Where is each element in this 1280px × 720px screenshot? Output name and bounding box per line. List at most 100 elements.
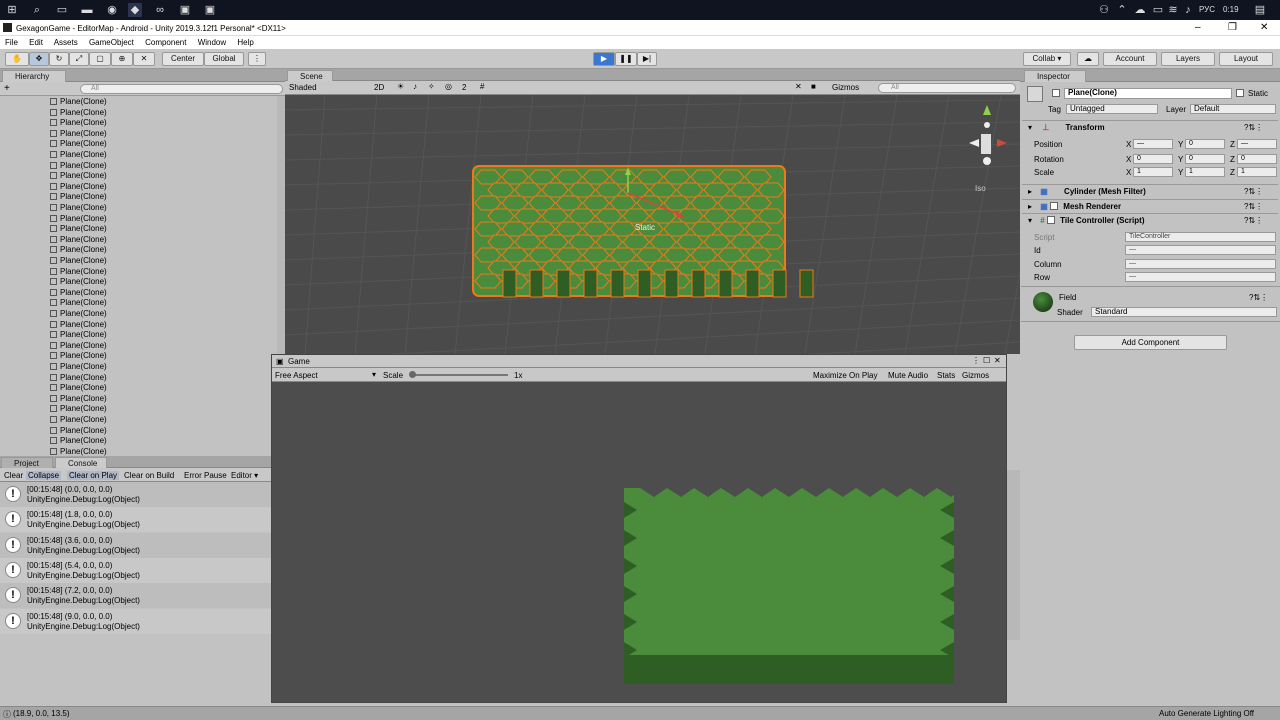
game-view[interactable]: ▣ Game ⋮ ☐ ✕ Free Aspect ▾ Scale 1x Maxi…	[271, 354, 1007, 703]
game-canvas[interactable]	[272, 382, 1006, 702]
hierarchy-item[interactable]: Plane(Clone)	[50, 297, 107, 308]
material-menu-icon[interactable]: ?⇅⋮	[1249, 293, 1268, 302]
rot-z-input[interactable]: 0	[1237, 154, 1277, 164]
mesh-renderer-header[interactable]: ▸ ▦ Mesh Renderer ?⇅⋮	[1022, 199, 1278, 213]
hierarchy-item[interactable]: Plane(Clone)	[50, 446, 107, 456]
hierarchy-item[interactable]: Plane(Clone)	[50, 414, 107, 425]
close-button[interactable]: ✕	[1260, 22, 1268, 33]
collab-button[interactable]: Collab ▾	[1023, 52, 1071, 66]
camera-icon[interactable]: ■	[811, 82, 816, 91]
maximize-button[interactable]: ❐	[1228, 22, 1237, 33]
game-close-icon[interactable]: ✕	[994, 356, 1001, 365]
hierarchy-item[interactable]: Plane(Clone)	[50, 191, 107, 202]
editor-dropdown[interactable]: Editor ▾	[231, 471, 258, 480]
hierarchy-item[interactable]: Plane(Clone)	[50, 276, 107, 287]
hierarchy-search-input[interactable]: All	[80, 84, 283, 94]
menu-file[interactable]: File	[5, 38, 18, 47]
hierarchy-item[interactable]: Plane(Clone)	[50, 255, 107, 266]
hidden-objects-icon[interactable]: ◎	[445, 82, 452, 91]
side-scrollbar[interactable]	[1007, 470, 1020, 640]
visual-studio-icon[interactable]: ∞	[153, 3, 167, 17]
pivot-center-button[interactable]: Center	[162, 52, 204, 66]
game-window-menu-icon[interactable]: ⋮	[972, 356, 980, 365]
mesh-renderer-menu-icon[interactable]: ?⇅⋮	[1244, 200, 1263, 214]
hierarchy-item[interactable]: Plane(Clone)	[50, 308, 107, 319]
task-view-icon[interactable]: ▭	[55, 3, 69, 17]
scene-search-input[interactable]: All	[878, 83, 1016, 93]
minimize-button[interactable]: –	[1195, 22, 1201, 33]
rot-y-input[interactable]: 0	[1185, 154, 1225, 164]
chrome-icon[interactable]: ◉	[105, 3, 119, 17]
orientation-gizmo[interactable]	[969, 105, 1007, 165]
menu-component[interactable]: Component	[145, 38, 186, 47]
search-icon[interactable]: ⌕	[30, 3, 44, 17]
menu-gameobject[interactable]: GameObject	[89, 38, 134, 47]
console-entry[interactable]: ! [00:15:48] (1.8, 0.0, 0.0) UnityEngine.D…	[0, 507, 271, 533]
game-gizmos-dropdown[interactable]: Gizmos	[962, 371, 989, 380]
tag-dropdown[interactable]: Untagged	[1066, 104, 1158, 114]
pos-y-input[interactable]: 0	[1185, 139, 1225, 149]
scale-slider-track[interactable]	[410, 374, 508, 376]
pivot-global-button[interactable]: Global	[204, 52, 244, 66]
static-checkbox[interactable]	[1236, 89, 1244, 97]
rect-tool-icon[interactable]: ▢	[89, 52, 111, 66]
clear-button[interactable]: Clear	[4, 471, 23, 480]
hierarchy-item[interactable]: Plane(Clone)	[50, 244, 107, 255]
hierarchy-item[interactable]: Plane(Clone)	[50, 350, 107, 361]
hierarchy-item[interactable]: Plane(Clone)	[50, 435, 107, 446]
hierarchy-item[interactable]: Plane(Clone)	[50, 340, 107, 351]
tile-controller-menu-icon[interactable]: ?⇅⋮	[1244, 214, 1263, 228]
scale-slider-handle[interactable]	[409, 371, 416, 378]
language-indicator[interactable]: РУС	[1199, 5, 1215, 14]
pause-button[interactable]: ❚❚	[615, 52, 637, 66]
hierarchy-item[interactable]: Plane(Clone)	[50, 128, 107, 139]
move-tool-icon[interactable]: ✥	[29, 52, 49, 66]
notifications-icon[interactable]: ▤	[1253, 3, 1267, 17]
scene-canvas[interactable]: Static Iso	[285, 95, 1020, 354]
menu-help[interactable]: Help	[237, 38, 253, 47]
hierarchy-item[interactable]: Plane(Clone)	[50, 181, 107, 192]
scale-tool-icon[interactable]: ⤢	[69, 52, 89, 66]
account-dropdown[interactable]: Account	[1103, 52, 1157, 66]
hierarchy-item[interactable]: Plane(Clone)	[50, 170, 107, 181]
hierarchy-item[interactable]: Plane(Clone)	[50, 329, 107, 340]
object-name-input[interactable]: Plane(Clone)	[1064, 88, 1232, 99]
windows-start-icon[interactable]: ⊞	[5, 3, 19, 17]
pos-x-input[interactable]: —	[1133, 139, 1173, 149]
hierarchy-item[interactable]: Plane(Clone)	[50, 425, 107, 436]
row-field[interactable]: —	[1125, 272, 1276, 282]
maximize-on-play-button[interactable]: Maximize On Play	[813, 371, 877, 380]
shader-dropdown[interactable]: Standard	[1091, 307, 1277, 317]
hierarchy-item[interactable]: Plane(Clone)	[50, 266, 107, 277]
iso-label[interactable]: Iso	[975, 184, 986, 193]
hierarchy-item[interactable]: Plane(Clone)	[50, 403, 107, 414]
clear-on-build-button[interactable]: Clear on Build	[124, 471, 174, 480]
mesh-filter-menu-icon[interactable]: ?⇅⋮	[1244, 185, 1263, 199]
active-checkbox[interactable]	[1052, 89, 1060, 97]
menu-edit[interactable]: Edit	[29, 38, 43, 47]
unity-taskbar-icon[interactable]: ◆	[128, 3, 142, 17]
help-icon[interactable]: ?⇅⋮	[1244, 121, 1263, 135]
hierarchy-item[interactable]: Plane(Clone)	[50, 202, 107, 213]
play-button[interactable]: ▶	[593, 52, 615, 66]
layer-dropdown[interactable]: Default	[1190, 104, 1276, 114]
aspect-chevron-icon[interactable]: ▾	[372, 370, 376, 379]
console-entry[interactable]: ! [00:15:48] (5.4, 0.0, 0.0) UnityEngine.D…	[0, 557, 271, 583]
menu-assets[interactable]: Assets	[54, 38, 78, 47]
game-maximize-icon[interactable]: ☐	[983, 356, 990, 365]
menu-window[interactable]: Window	[198, 38, 226, 47]
error-pause-button[interactable]: Error Pause	[184, 471, 227, 480]
scl-z-input[interactable]: 1	[1237, 167, 1277, 177]
lighting-status[interactable]: Auto Generate Lighting Off	[1159, 709, 1254, 718]
hierarchy-item[interactable]: Plane(Clone)	[50, 319, 107, 330]
tools-icon[interactable]: ✕	[795, 82, 802, 91]
step-button[interactable]: ▶|	[637, 52, 657, 66]
file-explorer-icon[interactable]: ▬	[80, 3, 94, 17]
status-log-text[interactable]: (18.9, 0.0, 13.5)	[13, 709, 69, 718]
id-field[interactable]: —	[1125, 245, 1276, 255]
layers-dropdown[interactable]: Layers	[1161, 52, 1215, 66]
app-icon[interactable]: ▣	[178, 3, 192, 17]
lighting-toggle-icon[interactable]: ☀	[397, 82, 404, 91]
tile-controller-checkbox[interactable]	[1046, 216, 1055, 224]
transform-tool-icon[interactable]: ⊕	[111, 52, 133, 66]
